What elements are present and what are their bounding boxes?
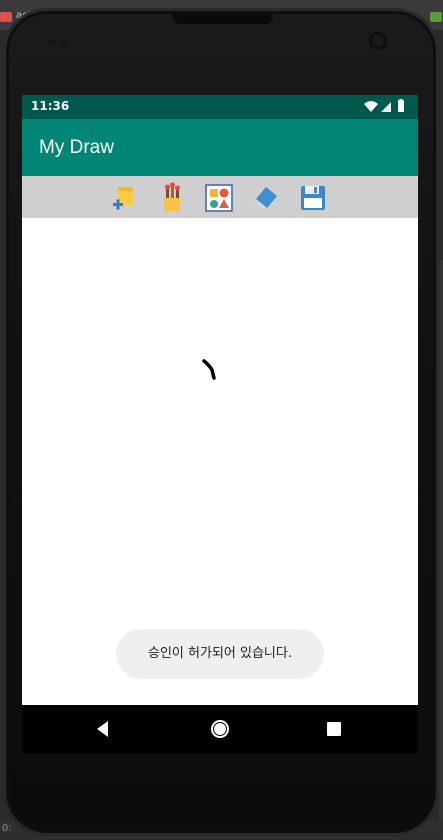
ide-bottom-text: 0: [2, 823, 12, 834]
status-bar: 11:36 [22, 95, 418, 119]
status-time: 11:36 [31, 99, 70, 113]
new-file-icon[interactable] [109, 182, 141, 214]
app-bar: My Draw [22, 119, 418, 176]
drawn-stroke [202, 359, 216, 380]
phone-speaker [173, 14, 273, 24]
ide-right-badge-icon [430, 12, 442, 22]
toast-message: 승인이 허가되어 있습니다. [116, 629, 324, 679]
home-icon[interactable] [208, 717, 232, 741]
status-icons [364, 99, 404, 112]
eraser-icon[interactable] [250, 182, 282, 214]
ide-tab-badge-icon [0, 12, 12, 22]
back-icon[interactable] [92, 717, 116, 741]
app-title: My Draw [39, 137, 114, 158]
navigation-bar [22, 705, 418, 753]
device-screen: 11:36 My Draw 승인이 허가되어 있습니다. [22, 95, 418, 753]
ide-right-gutter [439, 260, 443, 840]
wifi-icon [364, 101, 378, 112]
overview-icon[interactable] [322, 717, 346, 741]
front-camera [369, 32, 387, 50]
phone-sensor [61, 40, 69, 46]
save-icon[interactable] [297, 182, 329, 214]
drawing-toolbar [22, 178, 418, 218]
brush-cup-icon[interactable] [156, 182, 188, 214]
battery-icon [398, 99, 404, 112]
shapes-icon[interactable] [203, 182, 235, 214]
phone-sensor [48, 40, 56, 46]
cell-signal-icon [381, 102, 391, 112]
